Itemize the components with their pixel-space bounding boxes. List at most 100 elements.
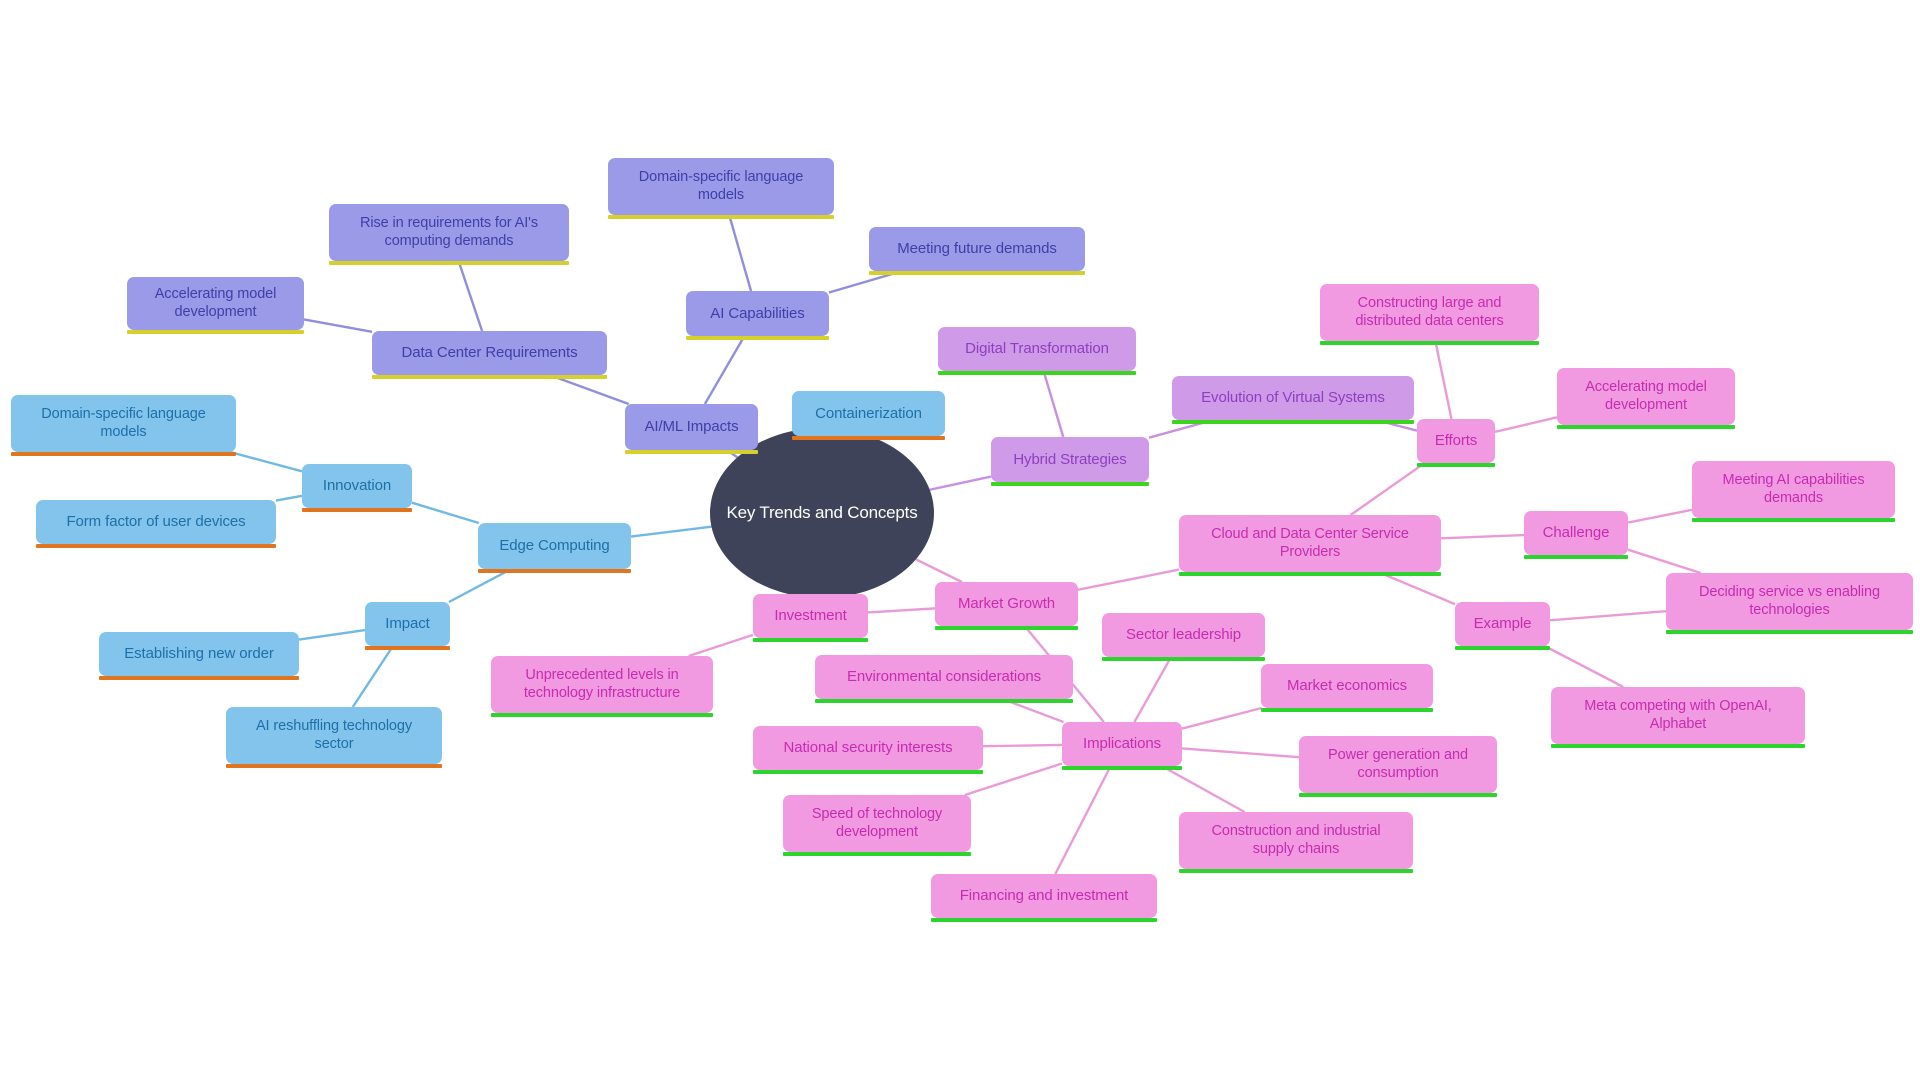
node-underline — [1524, 555, 1628, 559]
node-label: Deciding service vs enabling technologie… — [1699, 584, 1880, 618]
mindmap-node-accelerating_model_dev_pink[interactable]: Accelerating model development — [1557, 368, 1735, 429]
node-label: Accelerating model development — [154, 286, 277, 320]
node-label: Efforts — [1434, 432, 1478, 450]
node-label: Edge Computing — [499, 537, 610, 555]
mindmap-node-impact[interactable]: Impact — [365, 602, 450, 650]
mindmap-node-financing_investment[interactable]: Financing and investment — [931, 874, 1157, 922]
mindmap-node-domain_specific_purple[interactable]: Domain-specific language models — [608, 158, 834, 219]
mindmap-edge-hybrid_strategies-to-digital_transformation — [1042, 370, 1065, 438]
mindmap-node-market_economics[interactable]: Market economics — [1261, 664, 1433, 712]
node-underline — [792, 436, 945, 440]
node-label: Sector leadership — [1125, 626, 1242, 644]
node-underline — [478, 569, 631, 573]
mindmap-node-example[interactable]: Example — [1455, 602, 1550, 650]
mindmap-edge-implications-to-power_generation — [1181, 747, 1300, 759]
mindmap-edge-data_center_requirements-to-rise_in_requirements — [457, 260, 484, 332]
mindmap-node-hybrid_strategies[interactable]: Hybrid Strategies — [991, 437, 1149, 486]
mindmap-node-construction_supply[interactable]: Construction and industrial supply chain… — [1179, 812, 1413, 873]
node-underline — [991, 482, 1149, 486]
node-label: Meeting future demands — [897, 240, 1057, 258]
node-underline — [1320, 341, 1539, 345]
node-label: Market economics — [1286, 677, 1408, 695]
mindmap-node-ai_reshuffling[interactable]: AI reshuffling technology sector — [226, 707, 442, 768]
mindmap-canvas: Key Trends and Concepts AI/ML Impacts Data… — [0, 0, 1920, 1080]
node-underline — [1261, 708, 1433, 712]
mindmap-edge-edge_computing-to-innovation — [411, 501, 480, 525]
mindmap-edge-investment-to-unprecedented_levels — [688, 633, 754, 658]
node-label: National security interests — [783, 739, 953, 757]
mindmap-node-innovation[interactable]: Innovation — [302, 464, 412, 512]
node-label: Cloud and Data Center Service Providers — [1211, 526, 1409, 560]
node-label: Establishing new order — [124, 645, 274, 663]
mindmap-node-form_factor[interactable]: Form factor of user devices — [36, 500, 276, 548]
mindmap-node-edge_computing[interactable]: Edge Computing — [478, 523, 631, 573]
node-underline — [1102, 657, 1265, 661]
node-label: Construction and industrial supply chain… — [1211, 823, 1381, 857]
node-underline — [226, 764, 442, 768]
node-label: Environmental considerations — [847, 668, 1041, 686]
node-label: Domain-specific language models — [41, 406, 206, 440]
node-label: Hybrid Strategies — [1013, 450, 1127, 468]
node-label: AI/ML Impacts — [644, 418, 739, 436]
mindmap-node-establishing_new_order[interactable]: Establishing new order — [99, 632, 299, 680]
mindmap-node-containerization[interactable]: Containerization — [792, 391, 945, 440]
mindmap-node-efforts[interactable]: Efforts — [1417, 419, 1495, 467]
node-label: Impact — [385, 615, 430, 633]
mindmap-node-national_security[interactable]: National security interests — [753, 726, 983, 774]
node-label: Financing and investment — [959, 887, 1129, 905]
mindmap-node-accelerating_model_dev_purple[interactable]: Accelerating model development — [127, 277, 304, 334]
node-label: Unprecedented levels in technology infra… — [523, 667, 681, 701]
mindmap-node-meeting_ai_capabilities[interactable]: Meeting AI capabilities demands — [1692, 461, 1895, 522]
mindmap-node-unprecedented_levels[interactable]: Unprecedented levels in technology infra… — [491, 656, 713, 717]
node-underline — [686, 336, 829, 340]
mindmap-edge-challenge-to-meeting_ai_capabilities — [1627, 508, 1693, 524]
mindmap-node-power_generation[interactable]: Power generation and consumption — [1299, 736, 1497, 797]
node-label: Investment — [774, 607, 847, 625]
node-underline — [365, 646, 450, 650]
mindmap-edge-ai_ml_impacts-to-ai_capabilities — [703, 335, 746, 405]
mindmap-node-ai_capabilities[interactable]: AI Capabilities — [686, 291, 829, 340]
node-underline — [372, 375, 607, 379]
node-label: Form factor of user devices — [66, 513, 246, 531]
node-label: Speed of technology development — [811, 806, 943, 840]
mindmap-node-speed_of_technology[interactable]: Speed of technology development — [783, 795, 971, 856]
mindmap-node-environmental_considerations[interactable]: Environmental considerations — [815, 655, 1073, 703]
node-underline — [1179, 572, 1441, 576]
mindmap-node-ai_ml_impacts[interactable]: AI/ML Impacts — [625, 404, 758, 454]
node-label: Market Growth — [957, 595, 1056, 613]
mindmap-node-market_growth[interactable]: Market Growth — [935, 582, 1078, 630]
node-underline — [1557, 425, 1735, 429]
mindmap-edge-cloud_data_center_providers-to-example — [1377, 570, 1456, 606]
mindmap-edge-efforts-to-accelerating_model_dev_pink — [1494, 416, 1558, 434]
node-label: Meeting AI capabilities demands — [1722, 472, 1865, 506]
node-underline — [931, 918, 1157, 922]
node-underline — [783, 852, 971, 856]
node-underline — [1062, 766, 1182, 770]
mindmap-edge-challenge-to-deciding_service — [1627, 548, 1702, 575]
node-label: Digital Transformation — [965, 340, 1109, 358]
mindmap-edge-innovation-to-form_factor — [275, 494, 303, 502]
node-label: Meta competing with OpenAI, Alphabet — [1584, 698, 1772, 732]
mindmap-node-implications[interactable]: Implications — [1062, 722, 1182, 770]
mindmap-node-sector_leadership[interactable]: Sector leadership — [1102, 613, 1265, 661]
node-underline — [1692, 518, 1895, 522]
mindmap-node-meeting_future_demands[interactable]: Meeting future demands — [869, 227, 1085, 275]
mindmap-node-challenge[interactable]: Challenge — [1524, 511, 1628, 559]
mindmap-node-digital_transformation[interactable]: Digital Transformation — [938, 327, 1136, 375]
mindmap-node-evolution_virtual_systems[interactable]: Evolution of Virtual Systems — [1172, 376, 1414, 424]
node-underline — [625, 450, 758, 454]
mindmap-edge-central-to-market_growth — [915, 558, 963, 584]
node-underline — [1666, 630, 1913, 634]
mindmap-edge-impact-to-ai_reshuffling — [351, 645, 394, 708]
node-label: AI Capabilities — [710, 304, 805, 322]
mindmap-node-investment[interactable]: Investment — [753, 594, 868, 642]
mindmap-node-meta_competing[interactable]: Meta competing with OpenAI, Alphabet — [1551, 687, 1805, 748]
mindmap-node-cloud_data_center_providers[interactable]: Cloud and Data Center Service Providers — [1179, 515, 1441, 576]
node-underline — [815, 699, 1073, 703]
mindmap-node-rise_in_requirements[interactable]: Rise in requirements for AI's computing … — [329, 204, 569, 265]
mindmap-edge-efforts-to-cloud_data_center_providers — [1349, 462, 1426, 516]
mindmap-node-domain_specific_blue[interactable]: Domain-specific language models — [11, 395, 236, 456]
mindmap-node-deciding_service[interactable]: Deciding service vs enabling technologie… — [1666, 573, 1913, 634]
mindmap-node-data_center_requirements[interactable]: Data Center Requirements — [372, 331, 607, 379]
mindmap-node-constructing_large[interactable]: Constructing large and distributed data … — [1320, 284, 1539, 345]
